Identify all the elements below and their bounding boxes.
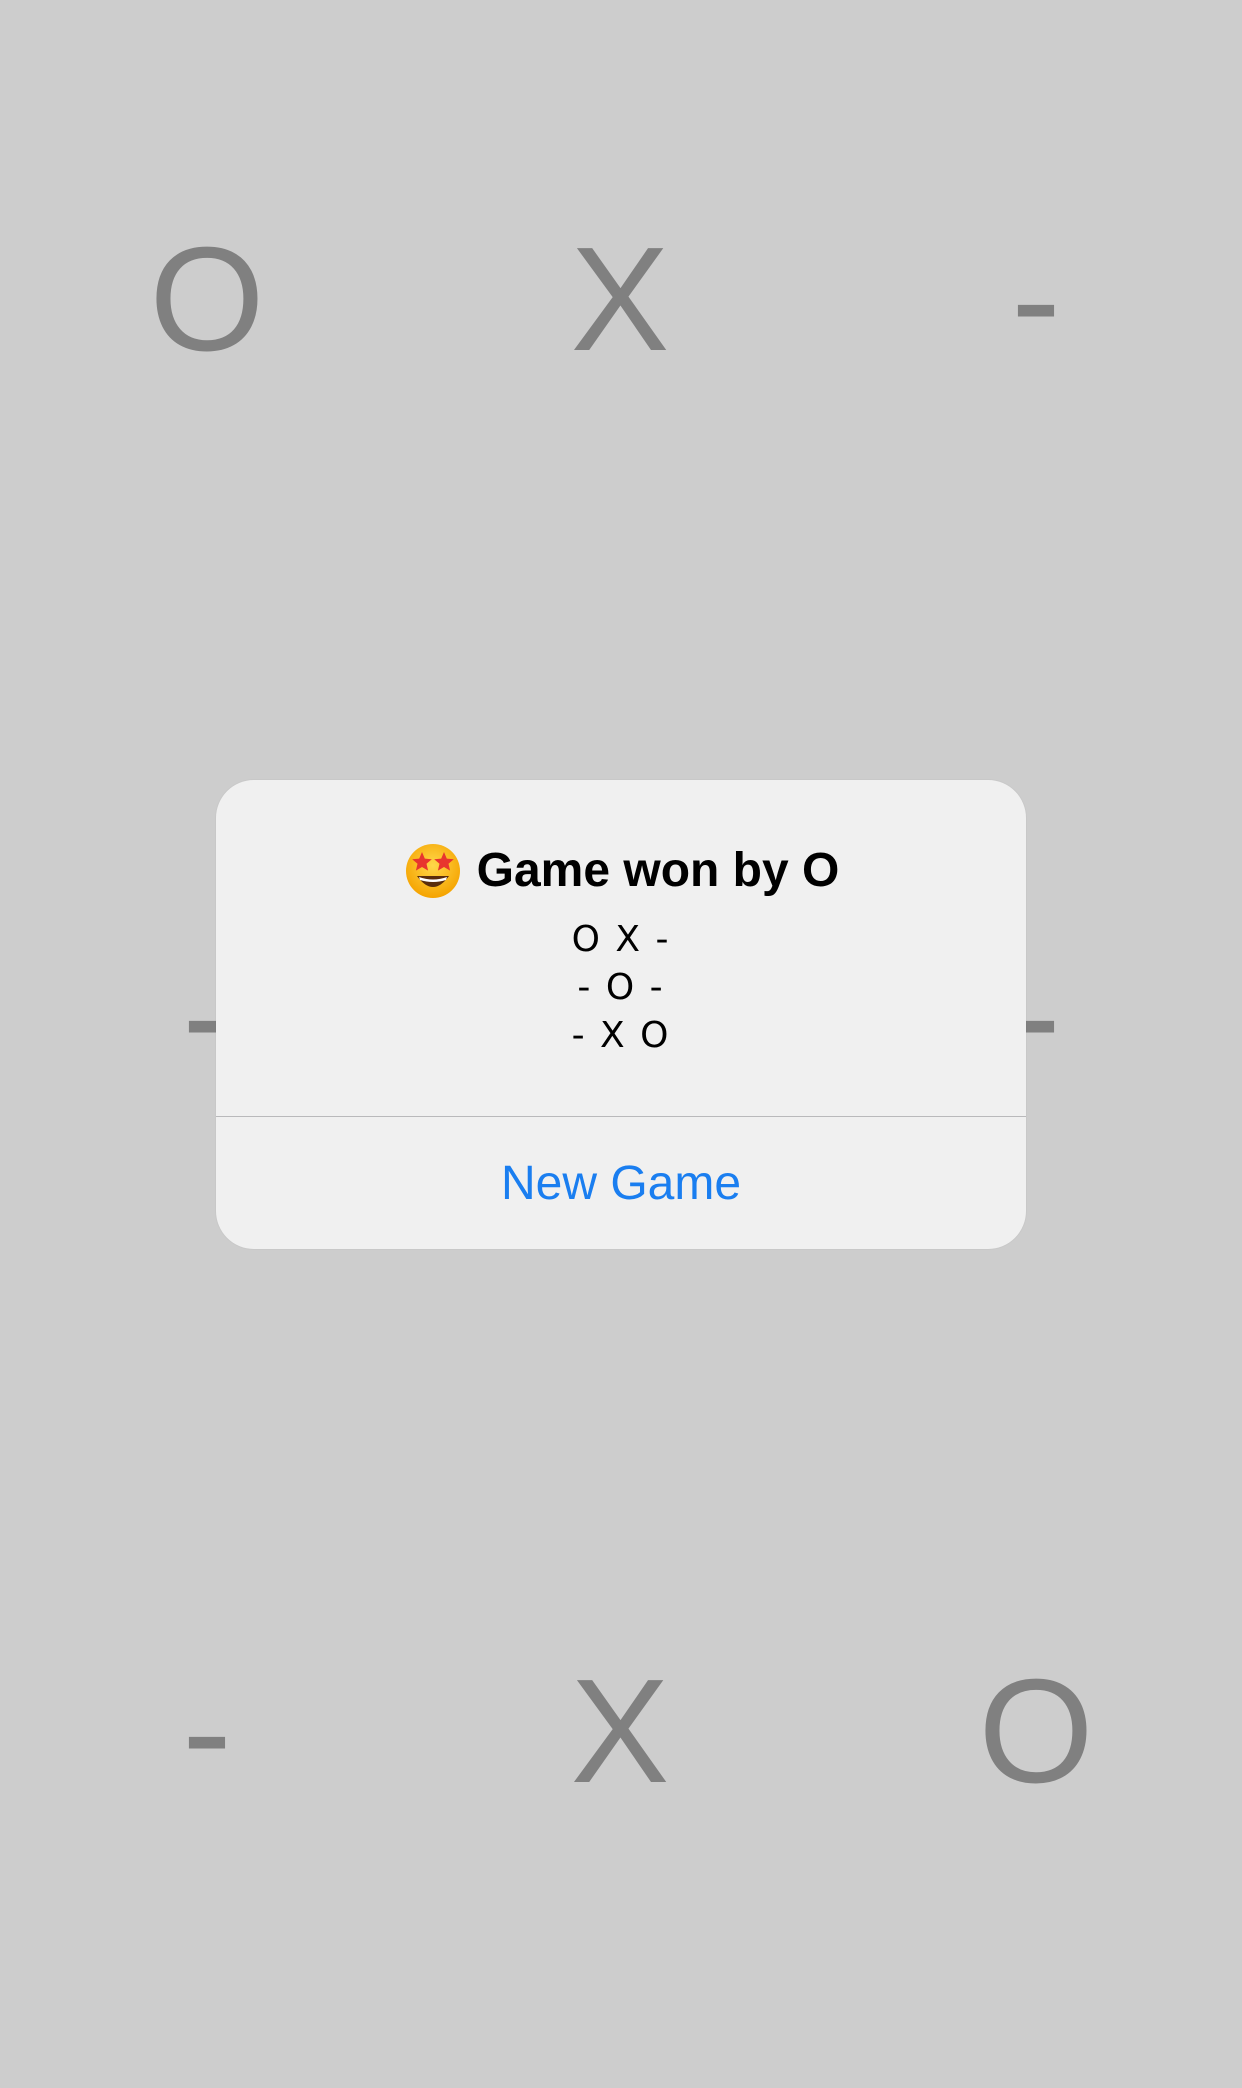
cell-0-2[interactable]: - — [906, 200, 1166, 400]
alert-board-line-3: - X O — [571, 1015, 671, 1056]
alert-content: Game won by O O X - - O - - X O — [216, 780, 1026, 1116]
cell-0-0[interactable]: O — [77, 200, 337, 400]
star-struck-emoji-icon — [403, 840, 463, 900]
cell-2-2[interactable]: O — [906, 1632, 1166, 1832]
alert-board-line-1: O X - — [571, 919, 671, 960]
alert-title-row: Game won by O — [403, 838, 840, 902]
game-over-alert: Game won by O O X - - O - - X O New Game — [216, 780, 1026, 1249]
cell-2-1[interactable]: X — [490, 1632, 750, 1832]
cell-2-0[interactable]: - — [77, 1632, 337, 1832]
alert-board-line-2: - O - — [577, 967, 665, 1008]
cell-0-1[interactable]: X — [490, 200, 750, 400]
alert-title: Game won by O — [476, 843, 840, 897]
new-game-button[interactable]: New Game — [216, 1117, 1026, 1249]
alert-board-summary: O X - - O - - X O — [572, 916, 671, 1060]
